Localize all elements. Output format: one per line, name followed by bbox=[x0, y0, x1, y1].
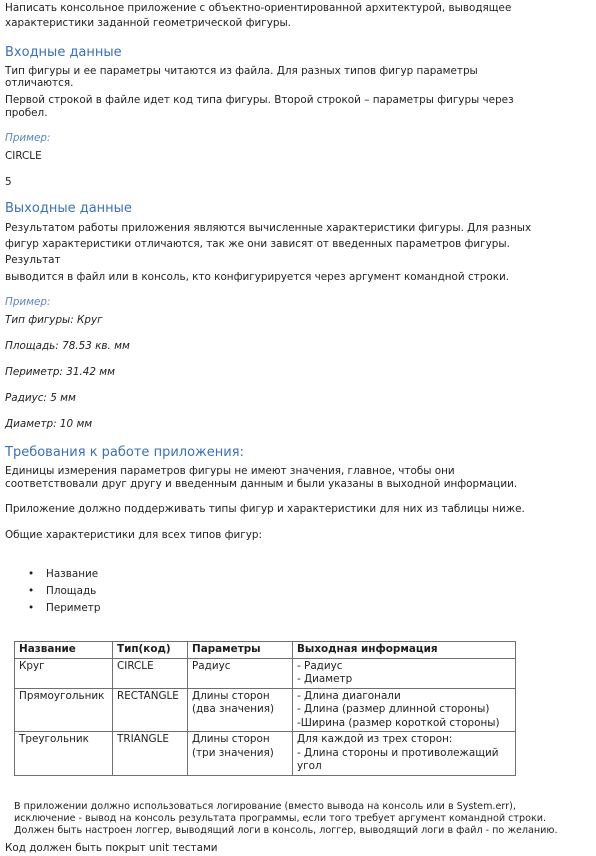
cell-line: - Длина стороны и противолежащий bbox=[297, 746, 499, 759]
cell-line: - Радиус bbox=[297, 659, 343, 672]
requirements-heading: Требования к работе приложения: bbox=[5, 445, 244, 460]
cell-code: RECTANGLE bbox=[112, 687, 188, 732]
cell-line: Длины сторон bbox=[192, 689, 270, 702]
column-header-params: Параметры bbox=[187, 641, 293, 659]
cell-output: Для каждой из трех сторон: - Длина сторо… bbox=[292, 731, 516, 776]
cell-params: Длины сторон (три значения) bbox=[187, 731, 293, 776]
cell-line: Длины сторон bbox=[192, 733, 270, 745]
table-header-row: Название Тип(код) Параметры Выходная инф… bbox=[14, 641, 516, 659]
output-example-label: Пример: bbox=[5, 296, 51, 308]
input-paragraph-2-line-1: Первой строкой в файле идет код типа фиг… bbox=[5, 94, 514, 106]
output-example-line: Радиус: 5 мм bbox=[5, 392, 76, 404]
cell-line: - Длина диагонали bbox=[297, 689, 401, 702]
unit-tests-line: Код должен быть покрыт unit тестами bbox=[5, 842, 218, 854]
requirements-line-4: Общие характеристики для всех типов фигу… bbox=[5, 529, 263, 541]
output-example-line: Площадь: 78.53 кв. мм bbox=[5, 340, 130, 352]
cell-params: Длины сторон (два значения) bbox=[187, 687, 293, 732]
cell-line: - Диаметр bbox=[297, 673, 353, 685]
output-line-4: выводится в файл или в консоль, кто конф… bbox=[5, 271, 510, 283]
output-heading: Выходные данные bbox=[5, 201, 132, 216]
input-heading: Входные данные bbox=[5, 45, 122, 60]
list-item-label: Название bbox=[46, 568, 99, 580]
requirements-line-2: соответствовали друг другу и введенным д… bbox=[5, 478, 518, 490]
column-header-code: Тип(код) bbox=[112, 641, 188, 659]
input-example-line-2: 5 bbox=[5, 176, 12, 188]
list-item-label: Периметр bbox=[46, 602, 101, 614]
cell-line: Радиус bbox=[192, 659, 231, 672]
requirements-line-1: Единицы измерения параметров фигуры не и… bbox=[5, 465, 455, 477]
bullet-icon: • bbox=[28, 568, 35, 580]
bullet-icon: • bbox=[28, 602, 35, 614]
cell-code: CIRCLE bbox=[112, 657, 188, 689]
cell-line: (два значения) bbox=[192, 703, 275, 715]
input-example-line-1: CIRCLE bbox=[5, 150, 42, 162]
input-example-label: Пример: bbox=[5, 132, 51, 144]
common-characteristics-list: • Название • Площадь • Периметр bbox=[28, 566, 100, 617]
requirements-line-3: Приложение должно поддерживать типы фигу… bbox=[5, 503, 525, 515]
logging-line-3: Должен быть настроен логгер, выводящий л… bbox=[14, 825, 558, 836]
input-paragraph-1-line-1: Тип фигуры и ее параметры читаются из фа… bbox=[5, 65, 478, 77]
column-header-name: Название bbox=[14, 641, 113, 659]
list-item: • Название bbox=[28, 566, 100, 583]
input-paragraph-1-line-2: отличаются. bbox=[5, 77, 74, 89]
output-line-1: Результатом работы приложения являются в… bbox=[5, 222, 532, 234]
cell-name: Прямоугольник bbox=[14, 687, 113, 732]
table-row: Треугольник TRIANGLE Длины сторон (три з… bbox=[14, 731, 516, 776]
cell-output: - Радиус - Диаметр bbox=[292, 657, 516, 689]
cell-line: -Ширина (размер короткой стороны) bbox=[297, 716, 500, 729]
output-line-3: Результат bbox=[5, 254, 61, 266]
output-example-line: Тип фигуры: Круг bbox=[5, 314, 103, 326]
output-line-2: фигур характеристики отличаются, так же … bbox=[5, 238, 510, 250]
cell-name: Круг bbox=[14, 657, 113, 689]
cell-line: (три значения) bbox=[192, 746, 274, 759]
table-row: Прямоугольник RECTANGLE Длины сторон (дв… bbox=[14, 687, 516, 732]
bullet-icon: • bbox=[28, 585, 35, 597]
list-item-label: Площадь bbox=[46, 585, 97, 597]
cell-code: TRIANGLE bbox=[112, 731, 188, 776]
input-paragraph-2-line-2: пробел. bbox=[5, 107, 48, 119]
cell-name: Треугольник bbox=[14, 731, 113, 776]
intro-line-1: Написать консольное приложение с объектн… bbox=[5, 2, 512, 14]
table-row: Круг CIRCLE Радиус - Радиус - Диаметр bbox=[14, 657, 516, 689]
shapes-table: Название Тип(код) Параметры Выходная инф… bbox=[14, 641, 516, 776]
list-item: • Площадь bbox=[28, 583, 100, 600]
output-example-line: Диаметр: 10 мм bbox=[5, 418, 93, 430]
cell-params: Радиус bbox=[187, 657, 293, 689]
cell-line: угол bbox=[297, 760, 322, 772]
cell-line: - Длина (размер длинной стороны) bbox=[297, 703, 490, 715]
column-header-output: Выходная информация bbox=[292, 641, 516, 659]
cell-output: - Длина диагонали - Длина (размер длинно… bbox=[292, 687, 516, 732]
intro-line-2: характеристики заданной геометрической ф… bbox=[5, 17, 291, 29]
output-example-line: Периметр: 31.42 мм bbox=[5, 366, 115, 378]
cell-line: Для каждой из трех сторон: bbox=[297, 733, 453, 745]
list-item: • Периметр bbox=[28, 600, 100, 617]
